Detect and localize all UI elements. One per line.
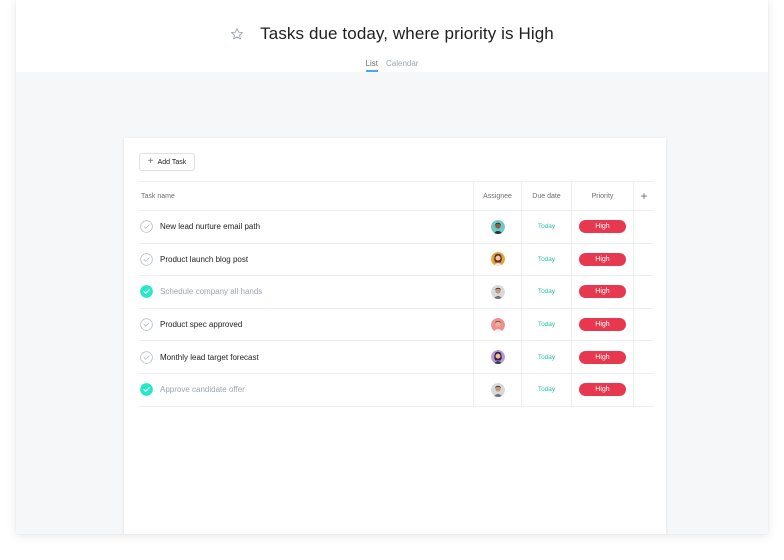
assignee-avatar[interactable] [490, 252, 505, 267]
column-header-due-date[interactable]: Due date [521, 182, 571, 210]
priority-pill[interactable]: High [579, 383, 626, 397]
check-circle-icon[interactable] [140, 318, 153, 331]
check-circle-icon[interactable] [140, 253, 153, 266]
table-row[interactable]: Approve candidate offer Today High [139, 373, 654, 407]
task-name[interactable]: Schedule company all hands [160, 287, 262, 296]
task-table: Task name Assignee Due date Priority + N… [139, 181, 654, 407]
task-name[interactable]: New lead nurture email path [160, 222, 260, 231]
check-circle-icon[interactable] [140, 350, 153, 364]
column-header-task-name[interactable]: Task name [139, 182, 473, 210]
check-circle-filled-icon[interactable] [140, 383, 153, 397]
add-column-button[interactable]: + [634, 182, 654, 210]
column-header-priority[interactable]: Priority [571, 182, 634, 210]
check-circle-filled-icon[interactable] [140, 285, 153, 299]
table-row[interactable]: Monthly lead target forecast Today High [139, 341, 654, 374]
task-name[interactable]: Product launch blog post [160, 255, 248, 264]
task-list-panel: + Add Task Task name Assignee Due date P… [124, 138, 666, 534]
tab-calendar[interactable]: Calendar [386, 59, 418, 72]
priority-pill[interactable]: High [579, 252, 626, 266]
assignee-avatar[interactable] [490, 317, 505, 332]
app-window: Tasks due today, where priority is High … [16, 0, 768, 534]
star-icon[interactable] [230, 26, 246, 42]
page-header: Tasks due today, where priority is High … [16, 0, 768, 72]
plus-icon: + [147, 156, 154, 167]
priority-pill[interactable]: High [579, 318, 626, 332]
assignee-avatar[interactable] [490, 284, 505, 299]
due-date[interactable]: Today [538, 321, 555, 328]
task-name[interactable]: Monthly lead target forecast [160, 353, 259, 362]
view-tabs: List Calendar [16, 59, 768, 72]
title-row: Tasks due today, where priority is High [16, 24, 768, 44]
assignee-avatar[interactable] [490, 219, 505, 234]
table-row[interactable]: Product launch blog post Today High [139, 243, 654, 277]
task-name[interactable]: Product spec approved [160, 320, 242, 329]
check-circle-icon[interactable] [140, 220, 153, 234]
table-row[interactable]: Product spec approved Today High [139, 308, 654, 342]
table-row[interactable]: New lead nurture email path Today High [139, 211, 654, 244]
add-task-button[interactable]: + Add Task [139, 153, 195, 171]
priority-pill[interactable]: High [579, 285, 626, 299]
page-title: Tasks due today, where priority is High [260, 24, 554, 43]
table-header-row: Task name Assignee Due date Priority + [139, 181, 654, 211]
due-date[interactable]: Today [538, 256, 555, 263]
due-date[interactable]: Today [538, 354, 555, 361]
priority-pill[interactable]: High [579, 350, 626, 364]
table-row[interactable]: Schedule company all hands Today High [139, 276, 654, 309]
column-header-assignee[interactable]: Assignee [473, 182, 521, 210]
assignee-avatar[interactable] [490, 350, 505, 365]
task-name[interactable]: Approve candidate offer [160, 385, 245, 394]
tab-list[interactable]: List [365, 59, 378, 72]
priority-pill[interactable]: High [579, 220, 626, 234]
add-task-label: Add Task [157, 158, 187, 166]
due-date[interactable]: Today [538, 288, 555, 295]
due-date[interactable]: Today [538, 223, 555, 230]
assignee-avatar[interactable] [490, 382, 505, 397]
due-date[interactable]: Today [538, 386, 555, 393]
